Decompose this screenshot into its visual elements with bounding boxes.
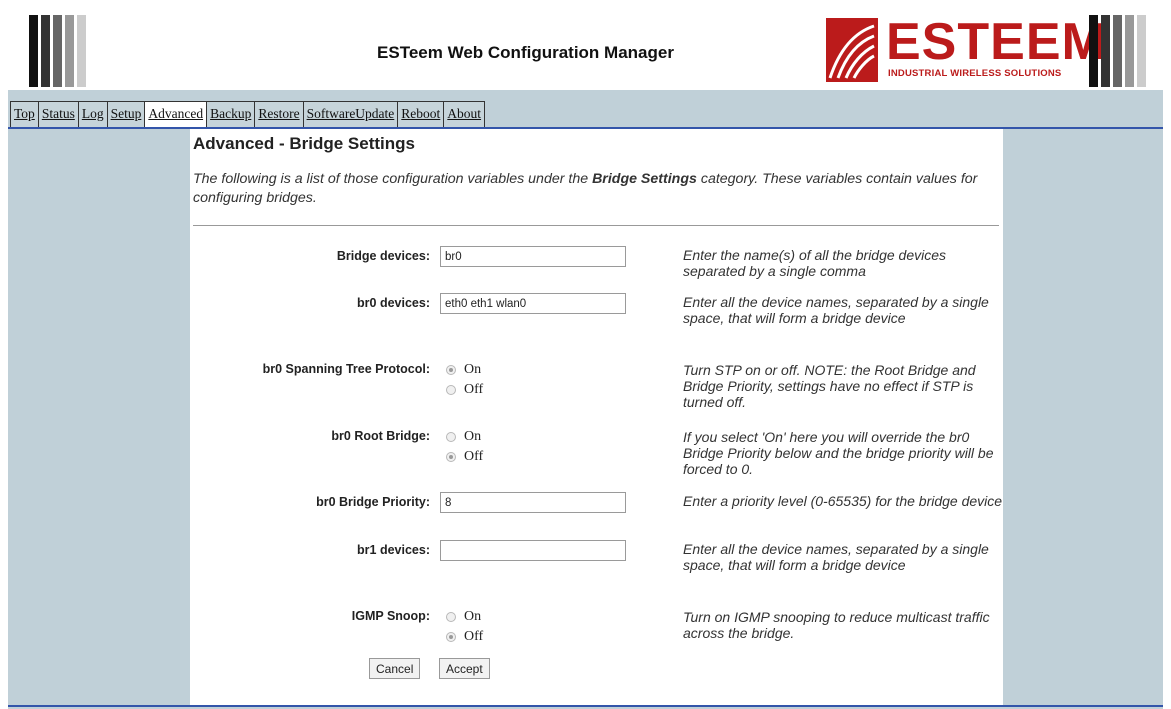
br0-devices-help: Enter all the device names, separated by… — [683, 294, 989, 326]
bridge-devices-label: Bridge devices: — [336, 249, 430, 263]
logo-tagline: INDUSTRIAL WIRELESS SOLUTIONS — [888, 68, 1062, 79]
br0-stp-help: Turn STP on or off. NOTE: the Root Bridg… — [683, 362, 976, 410]
br0-root-bridge-off-radio[interactable] — [446, 452, 456, 462]
tab-advanced[interactable]: Advanced — [144, 101, 207, 127]
br0-bridge-priority-label: br0 Bridge Priority: — [316, 495, 430, 509]
nav-tabs: Top Status Log Setup Advanced Backup Res… — [10, 101, 486, 127]
tab-reboot[interactable]: Reboot — [397, 101, 444, 127]
divider — [193, 225, 999, 226]
br0-root-bridge-help: If you select 'On' here you will overrid… — [683, 429, 994, 477]
br0-root-bridge-on-label: On — [464, 429, 482, 444]
br0-root-bridge-on-radio[interactable] — [446, 432, 456, 442]
esteem-logo: ESTEEM INDUSTRIAL WIRELESS SOLUTIONS — [826, 13, 1105, 82]
br0-devices-input[interactable] — [440, 293, 626, 314]
igmp-snoop-off-label: Off — [464, 629, 484, 644]
br0-stp-on-radio[interactable] — [446, 365, 456, 375]
header: ESTeem Web Configuration Manager ESTEEM … — [8, 5, 1163, 90]
tab-status[interactable]: Status — [37, 101, 78, 127]
br1-devices-help: Enter all the device names, separated by… — [683, 541, 989, 573]
br0-stp-off-label: Off — [464, 382, 484, 397]
logo-wordmark: ESTEEM — [886, 13, 1106, 71]
br0-stp-off-option[interactable]: Off — [446, 382, 483, 398]
main-panel: Advanced - Bridge Settings The following… — [190, 129, 1003, 706]
accept-button[interactable]: Accept — [439, 658, 490, 679]
intro-text-before: The following is a list of those configu… — [193, 171, 593, 187]
cancel-button[interactable]: Cancel — [369, 658, 421, 679]
bridge-devices-help: Enter the name(s) of all the bridge devi… — [683, 247, 947, 279]
tab-log[interactable]: Log — [77, 101, 107, 127]
tab-backup[interactable]: Backup — [206, 101, 255, 127]
igmp-snoop-on-label: On — [464, 609, 482, 624]
br0-stp-label: br0 Spanning Tree Protocol: — [262, 362, 430, 376]
logo-mark-icon — [826, 18, 878, 82]
br0-root-bridge-off-option[interactable]: Off — [446, 449, 483, 465]
igmp-snoop-off-option[interactable]: Off — [446, 629, 483, 645]
br0-stp-on-label: On — [464, 362, 482, 377]
igmp-snoop-label: IGMP Snoop: — [351, 609, 430, 623]
tab-top[interactable]: Top — [10, 101, 38, 127]
tab-about[interactable]: About — [443, 101, 486, 127]
bottom-border — [8, 705, 1163, 707]
igmp-snoop-help: Turn on IGMP snooping to reduce multicas… — [683, 609, 990, 641]
br0-bridge-priority-help: Enter a priority level (0-65535) for the… — [683, 493, 1003, 509]
br0-stp-off-radio[interactable] — [446, 385, 456, 395]
br0-root-bridge-off-label: Off — [464, 449, 484, 464]
igmp-snoop-on-radio[interactable] — [446, 612, 456, 622]
header-bars-right — [1089, 15, 1149, 87]
tab-software-update[interactable]: SoftwareUpdate — [302, 101, 398, 127]
igmp-snoop-off-radio[interactable] — [446, 632, 456, 642]
br0-stp-on-option[interactable]: On — [446, 362, 481, 378]
br0-bridge-priority-input[interactable] — [440, 492, 626, 513]
br0-root-bridge-label: br0 Root Bridge: — [331, 429, 430, 443]
tab-restore[interactable]: Restore — [254, 101, 303, 127]
igmp-snoop-on-option[interactable]: On — [446, 609, 481, 625]
intro-text-bold: Bridge Settings — [592, 171, 697, 187]
br1-devices-label: br1 devices: — [357, 543, 430, 557]
intro-text: The following is a list of those configu… — [193, 170, 993, 208]
tab-setup[interactable]: Setup — [106, 101, 145, 127]
page-title: Advanced - Bridge Settings — [193, 134, 415, 153]
bridge-devices-input[interactable] — [440, 246, 626, 267]
br0-devices-label: br0 devices: — [357, 296, 430, 310]
br1-devices-input[interactable] — [440, 540, 626, 561]
br0-root-bridge-on-option[interactable]: On — [446, 429, 481, 445]
